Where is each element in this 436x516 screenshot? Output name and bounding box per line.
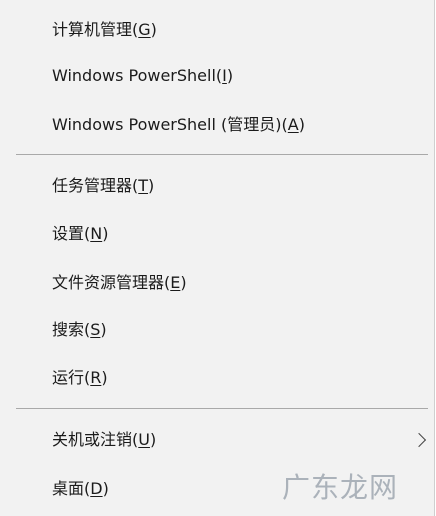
menu-item-label: 任务管理器(T) [52, 176, 155, 195]
menu-item-powershell[interactable]: Windows PowerShell(I) [0, 52, 434, 100]
menu-item-powershell-admin[interactable]: Windows PowerShell (管理员)(A) [0, 101, 434, 149]
menu-item-computer-management[interactable]: 计算机管理(G) [0, 6, 434, 54]
menu-item-shutdown-signout[interactable]: 关机或注销(U) [0, 416, 434, 464]
menu-separator [16, 408, 428, 409]
menu-item-label: Windows PowerShell(I) [52, 66, 234, 85]
menu-item-settings[interactable]: 设置(N) [0, 210, 434, 258]
context-menu: 计算机管理(G) Windows PowerShell(I) Windows P… [0, 0, 435, 516]
menu-item-label: Windows PowerShell (管理员)(A) [52, 115, 305, 134]
menu-item-label: 计算机管理(G) [52, 20, 157, 39]
menu-item-search[interactable]: 搜索(S) [0, 306, 434, 354]
menu-item-label: 运行(R) [52, 368, 108, 387]
menu-item-run[interactable]: 运行(R) [0, 354, 434, 402]
menu-item-label: 桌面(D) [52, 479, 109, 498]
menu-item-label: 关机或注销(U) [52, 430, 157, 449]
menu-item-label: 文件资源管理器(E) [52, 273, 187, 292]
menu-item-file-explorer[interactable]: 文件资源管理器(E) [0, 259, 434, 307]
chevron-right-icon [411, 432, 427, 448]
menu-item-task-manager[interactable]: 任务管理器(T) [0, 162, 434, 210]
menu-item-label: 设置(N) [52, 224, 109, 243]
menu-item-label: 搜索(S) [52, 320, 107, 339]
menu-separator [16, 154, 428, 155]
watermark: 广东龙网 [281, 471, 398, 504]
